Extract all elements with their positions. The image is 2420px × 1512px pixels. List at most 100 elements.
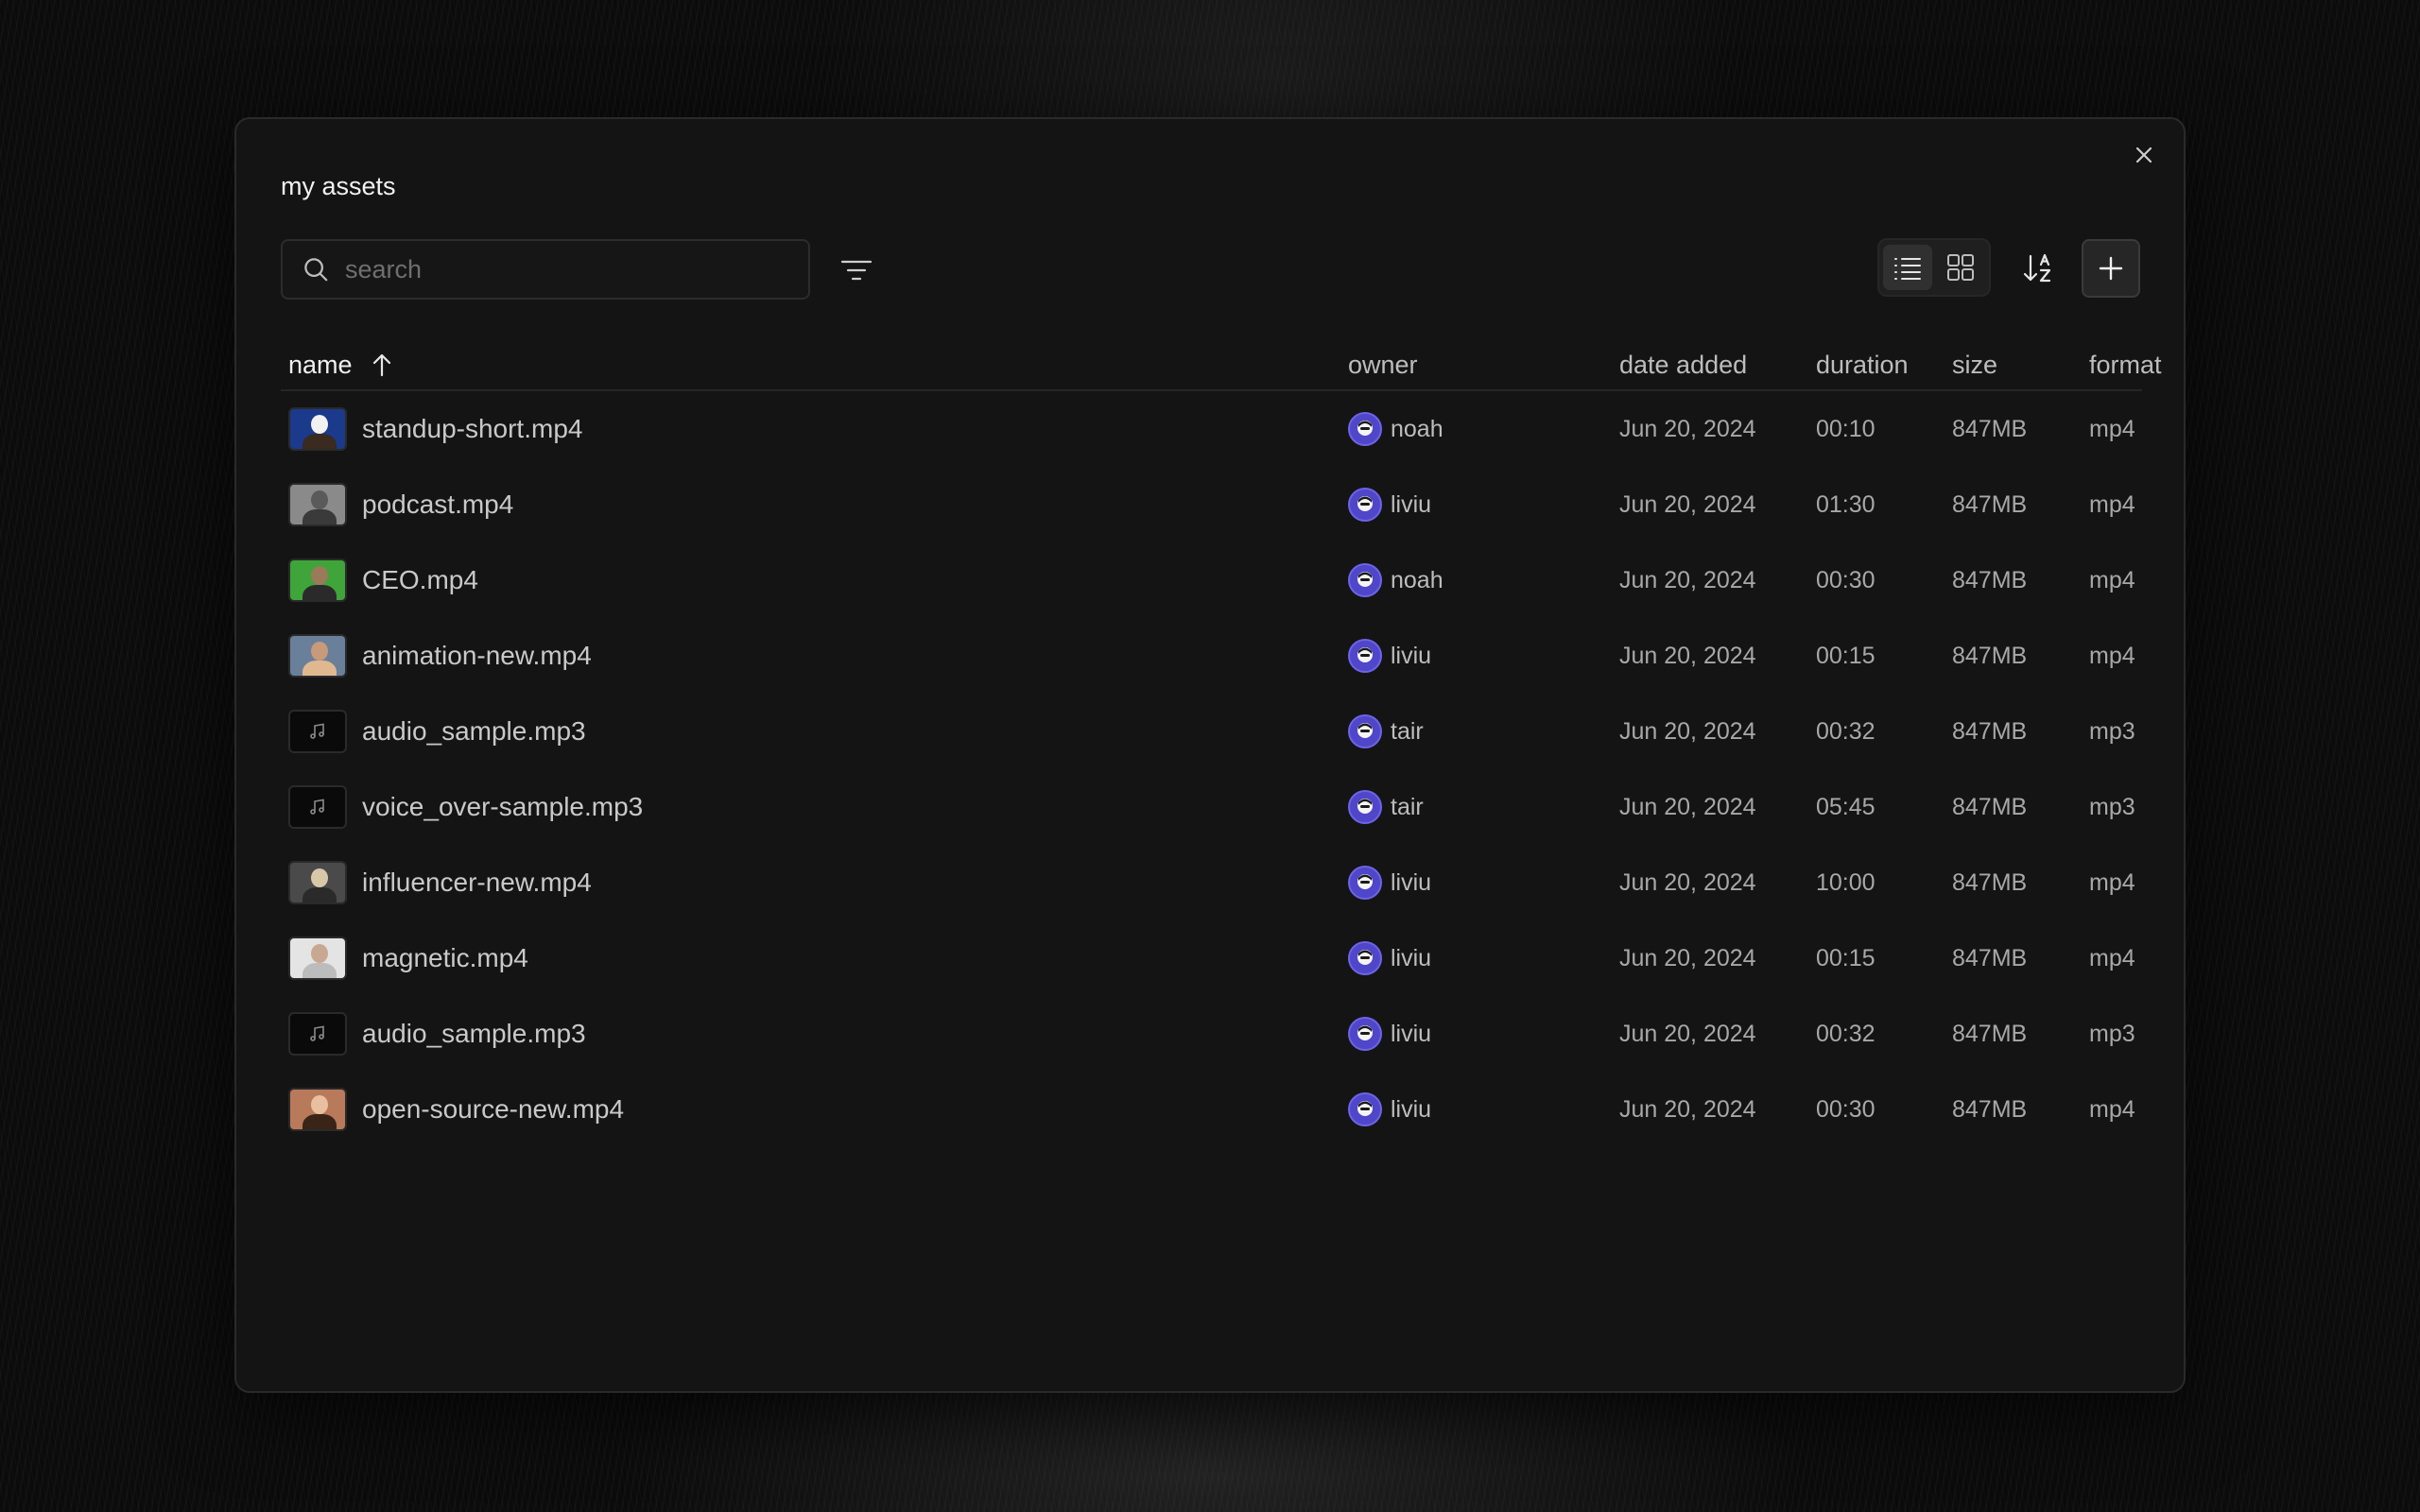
asset-name-cell: standup-short.mp4 bbox=[288, 391, 582, 467]
asset-name[interactable]: voice_over-sample.mp3 bbox=[362, 792, 643, 822]
owner-name: liviu bbox=[1391, 868, 1432, 896]
table-row[interactable]: audio_sample.mp3 tair Jun 20, 2024 00:32… bbox=[281, 694, 2142, 769]
asset-name[interactable]: influencer-new.mp4 bbox=[362, 868, 592, 898]
list-view-button[interactable] bbox=[1883, 245, 1932, 290]
owner-name: tair bbox=[1391, 717, 1424, 745]
asset-name[interactable]: magnetic.mp4 bbox=[362, 943, 528, 973]
asset-name[interactable]: CEO.mp4 bbox=[362, 565, 478, 595]
audio-thumbnail bbox=[288, 785, 347, 829]
date-added-cell: Jun 20, 2024 bbox=[1619, 642, 1756, 669]
add-asset-button[interactable] bbox=[2082, 239, 2140, 298]
asset-name-cell: CEO.mp4 bbox=[288, 542, 478, 618]
user-avatar-icon bbox=[1357, 874, 1373, 889]
assets-modal: my assets search name owner date added d… bbox=[234, 117, 2186, 1393]
column-header-date-added[interactable]: date added bbox=[1619, 338, 1747, 391]
table-row[interactable]: influencer-new.mp4 liviu Jun 20, 2024 10… bbox=[281, 845, 2142, 920]
asset-name[interactable]: audio_sample.mp3 bbox=[362, 1019, 586, 1049]
user-avatar-icon bbox=[1357, 496, 1373, 511]
table-body: standup-short.mp4 noah Jun 20, 2024 00:1… bbox=[281, 391, 2142, 1147]
table-row[interactable]: magnetic.mp4 liviu Jun 20, 2024 00:15 84… bbox=[281, 920, 2142, 996]
video-thumbnail bbox=[288, 407, 347, 451]
search-field[interactable] bbox=[281, 239, 810, 300]
owner-name: liviu bbox=[1391, 1020, 1432, 1047]
thumbnail-subject-body bbox=[302, 1114, 337, 1129]
column-header-name[interactable]: name bbox=[288, 338, 396, 391]
owner-cell: tair bbox=[1348, 694, 1424, 769]
column-header-format[interactable]: format bbox=[2089, 338, 2162, 391]
thumbnail-subject bbox=[311, 1095, 328, 1114]
table-row[interactable]: animation-new.mp4 liviu Jun 20, 2024 00:… bbox=[281, 618, 2142, 694]
table-row[interactable]: standup-short.mp4 noah Jun 20, 2024 00:1… bbox=[281, 391, 2142, 467]
user-avatar-icon bbox=[1357, 1101, 1373, 1116]
user-avatar-icon bbox=[1357, 421, 1373, 436]
view-mode-toggle bbox=[1877, 238, 1991, 297]
size-cell: 847MB bbox=[1952, 793, 2028, 820]
table-row[interactable]: audio_sample.mp3 liviu Jun 20, 2024 00:3… bbox=[281, 996, 2142, 1072]
asset-name-cell: magnetic.mp4 bbox=[288, 920, 528, 996]
date-added-cell: Jun 20, 2024 bbox=[1619, 1020, 1756, 1047]
owner-cell: noah bbox=[1348, 391, 1443, 467]
format-cell: mp4 bbox=[2089, 490, 2135, 518]
date-added-cell: Jun 20, 2024 bbox=[1619, 793, 1756, 820]
owner-avatar bbox=[1348, 790, 1382, 824]
owner-avatar bbox=[1348, 1092, 1382, 1126]
music-note-icon bbox=[310, 799, 324, 815]
owner-name: liviu bbox=[1391, 1095, 1432, 1123]
table-row[interactable]: CEO.mp4 noah Jun 20, 2024 00:30 847MB mp… bbox=[281, 542, 2142, 618]
audio-thumbnail bbox=[288, 1012, 347, 1056]
table-header: name owner date added duration size form… bbox=[281, 338, 2162, 391]
video-thumbnail bbox=[288, 861, 347, 904]
owner-avatar bbox=[1348, 714, 1382, 748]
sort-az-button[interactable] bbox=[2014, 244, 2063, 293]
duration-cell: 00:32 bbox=[1816, 1020, 1876, 1047]
date-added-cell: Jun 20, 2024 bbox=[1619, 415, 1756, 442]
column-header-duration[interactable]: duration bbox=[1816, 338, 1909, 391]
asset-name[interactable]: audio_sample.mp3 bbox=[362, 716, 586, 747]
owner-avatar bbox=[1348, 412, 1382, 446]
owner-avatar bbox=[1348, 941, 1382, 975]
duration-cell: 10:00 bbox=[1816, 868, 1876, 896]
column-header-owner[interactable]: owner bbox=[1348, 338, 1418, 391]
column-header-size[interactable]: size bbox=[1952, 338, 1997, 391]
asset-name-cell: open-source-new.mp4 bbox=[288, 1072, 624, 1147]
thumbnail-subject-body bbox=[302, 434, 337, 449]
thumbnail-subject-body bbox=[302, 509, 337, 524]
close-button[interactable] bbox=[2125, 136, 2163, 174]
duration-cell: 01:30 bbox=[1816, 490, 1876, 518]
asset-name-cell: audio_sample.mp3 bbox=[288, 694, 586, 769]
grid-view-button[interactable] bbox=[1936, 245, 1985, 290]
search-icon bbox=[304, 258, 328, 282]
duration-cell: 05:45 bbox=[1816, 793, 1876, 820]
video-thumbnail bbox=[288, 558, 347, 602]
table-row[interactable]: podcast.mp4 liviu Jun 20, 2024 01:30 847… bbox=[281, 467, 2142, 542]
format-cell: mp4 bbox=[2089, 415, 2135, 442]
asset-name[interactable]: open-source-new.mp4 bbox=[362, 1094, 624, 1125]
video-thumbnail bbox=[288, 634, 347, 678]
format-cell: mp4 bbox=[2089, 1095, 2135, 1123]
thumbnail-subject-body bbox=[302, 963, 337, 978]
filter-button[interactable] bbox=[834, 248, 879, 293]
format-cell: mp3 bbox=[2089, 1020, 2135, 1047]
owner-cell: liviu bbox=[1348, 996, 1431, 1072]
duration-cell: 00:30 bbox=[1816, 566, 1876, 593]
owner-name: noah bbox=[1391, 566, 1443, 593]
user-avatar-icon bbox=[1357, 723, 1373, 738]
format-cell: mp3 bbox=[2089, 793, 2135, 820]
thumbnail-subject-body bbox=[302, 585, 337, 600]
owner-cell: noah bbox=[1348, 542, 1443, 618]
date-added-cell: Jun 20, 2024 bbox=[1619, 944, 1756, 971]
size-cell: 847MB bbox=[1952, 490, 2028, 518]
search-input[interactable] bbox=[345, 254, 780, 284]
owner-cell: liviu bbox=[1348, 920, 1431, 996]
asset-name[interactable]: podcast.mp4 bbox=[362, 490, 513, 520]
size-cell: 847MB bbox=[1952, 868, 2028, 896]
asset-name[interactable]: standup-short.mp4 bbox=[362, 414, 582, 444]
size-cell: 847MB bbox=[1952, 642, 2028, 669]
table-row[interactable]: voice_over-sample.mp3 tair Jun 20, 2024 … bbox=[281, 769, 2142, 845]
asset-name[interactable]: animation-new.mp4 bbox=[362, 641, 592, 671]
user-avatar-icon bbox=[1357, 572, 1373, 587]
table-row[interactable]: open-source-new.mp4 liviu Jun 20, 2024 0… bbox=[281, 1072, 2142, 1147]
user-avatar-icon bbox=[1357, 1025, 1373, 1040]
thumbnail-subject bbox=[311, 868, 328, 887]
sort-ascending-icon bbox=[372, 353, 390, 377]
